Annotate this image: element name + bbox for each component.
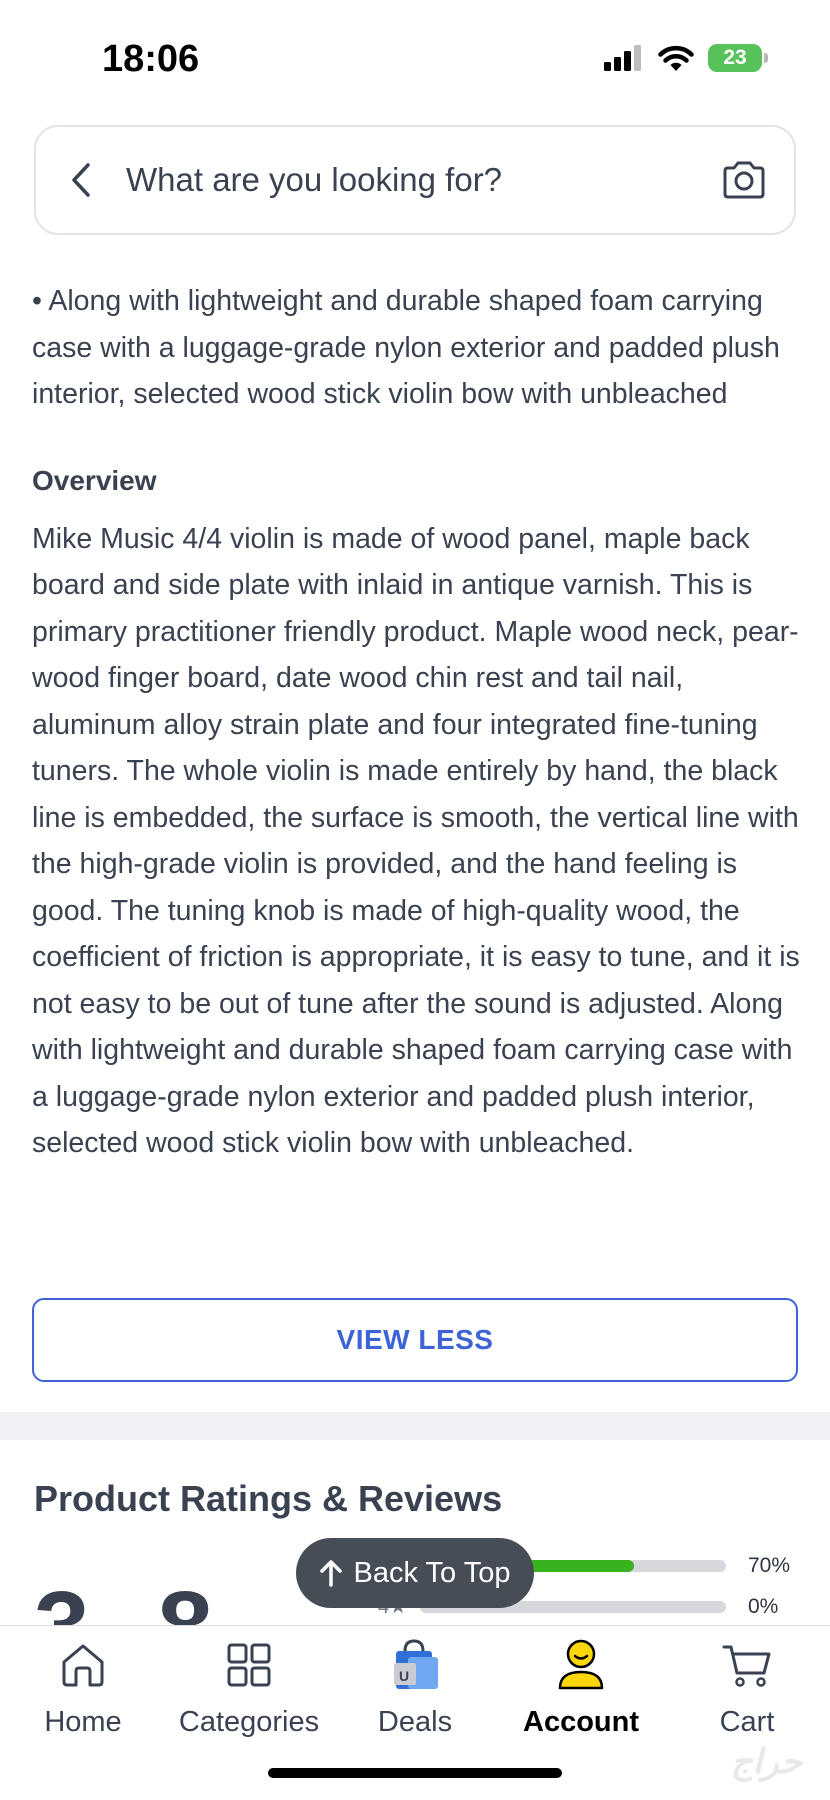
nav-label: Cart (719, 1706, 775, 1738)
view-less-button[interactable]: VIEW LESS (32, 1298, 798, 1382)
status-bar: 18:06 23 (0, 0, 830, 115)
back-button[interactable] (36, 127, 126, 233)
rating-percentage: 70% (748, 1553, 791, 1577)
home-indicator[interactable] (268, 1768, 562, 1778)
deals-bag-icon: U (388, 1634, 442, 1696)
back-to-top-button[interactable]: Back To Top (296, 1538, 534, 1608)
cellular-signal-icon (604, 45, 641, 71)
cart-icon (721, 1634, 773, 1696)
ratings-title: Product Ratings & Reviews (34, 1478, 503, 1519)
camera-search-button[interactable] (694, 127, 794, 233)
section-divider (0, 1412, 830, 1440)
search-bar (34, 125, 796, 235)
nav-label: Categories (178, 1706, 320, 1738)
nav-label: Home (44, 1706, 122, 1738)
search-input[interactable] (126, 161, 694, 199)
chevron-left-icon (72, 163, 90, 197)
svg-text:U: U (399, 1668, 409, 1684)
nav-label: Deals (377, 1706, 453, 1738)
battery-level: 23 (723, 46, 747, 69)
back-to-top-label: Back To Top (353, 1556, 511, 1589)
wifi-icon (658, 45, 694, 71)
overview-heading: Overview (32, 464, 157, 496)
arrow-up-icon (319, 1560, 342, 1587)
watermark-logo: حراج (730, 1743, 802, 1781)
battery-icon: 23 (708, 44, 768, 72)
nav-item-categories[interactable]: Categories (166, 1634, 332, 1739)
rating-percentage: 0% (748, 1594, 779, 1618)
product-description: • Along with lightweight and durable sha… (32, 278, 802, 1167)
categories-icon (226, 1634, 272, 1696)
overview-text: Mike Music 4/4 violin is made of wood pa… (32, 522, 800, 1160)
nav-item-cart[interactable]: Cart (664, 1634, 830, 1739)
nav-label: Account (523, 1706, 639, 1738)
nav-item-deals[interactable]: U Deals (332, 1634, 498, 1739)
product-description-page: 18:06 23 What are you looking for? • Alo… (0, 0, 830, 1800)
account-icon (556, 1634, 606, 1696)
camera-icon (723, 161, 765, 199)
nav-item-account[interactable]: Account (498, 1634, 664, 1739)
description-bullet: • Along with lightweight and durable sha… (32, 285, 780, 410)
status-time: 18:06 (102, 38, 200, 80)
home-icon (59, 1634, 107, 1696)
status-icons: 23 (604, 44, 768, 72)
nav-item-home[interactable]: Home (0, 1634, 166, 1739)
